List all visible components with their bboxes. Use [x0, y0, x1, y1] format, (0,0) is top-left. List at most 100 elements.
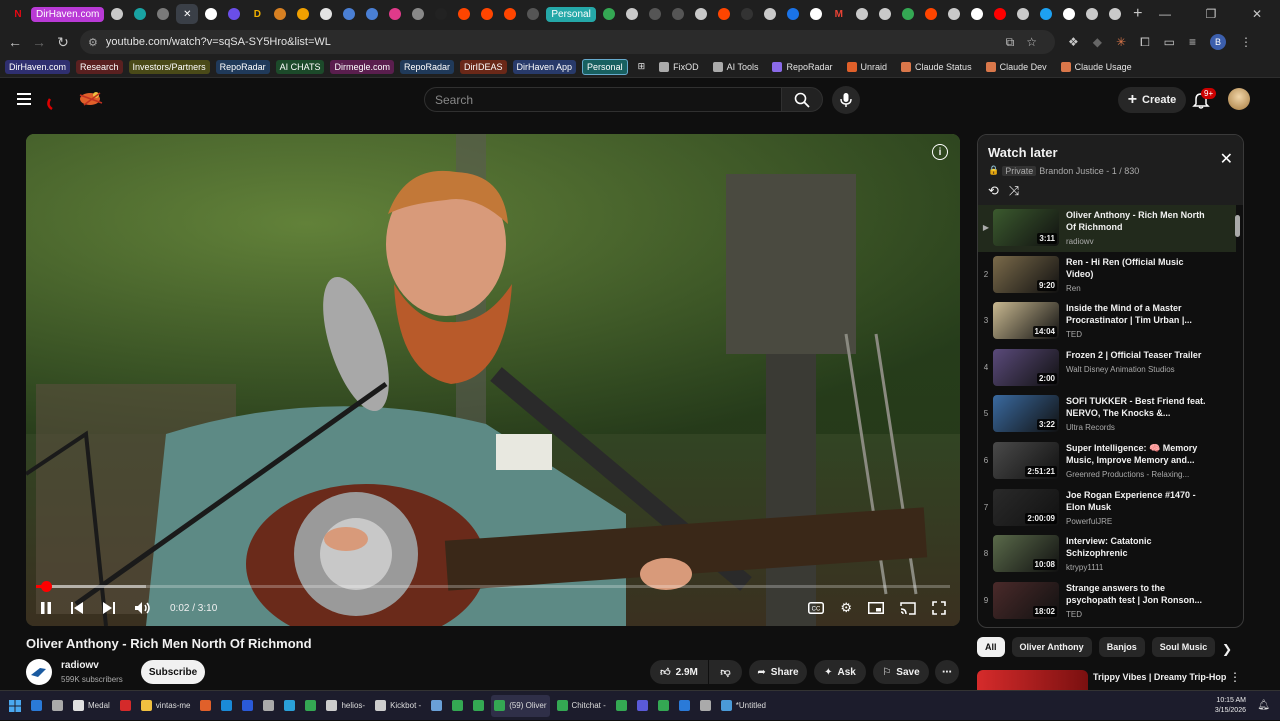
- playlist-item[interactable]: 7 2:00:09 Joe Rogan Experience #1470 - Elo…: [978, 485, 1236, 532]
- subscribe-button[interactable]: Subscribe: [141, 660, 205, 684]
- forward-button[interactable]: →: [27, 34, 51, 50]
- extension-icon[interactable]: ✳: [1116, 35, 1126, 49]
- bookmark-item[interactable]: Claude Usage: [1057, 60, 1136, 74]
- browser-tab[interactable]: [153, 4, 173, 24]
- browser-tab[interactable]: [523, 4, 543, 24]
- browser-tab[interactable]: [431, 4, 451, 24]
- browser-tab[interactable]: [691, 4, 711, 24]
- bookmark-item[interactable]: Claude Status: [897, 60, 976, 74]
- filter-chip[interactable]: Soul Music: [1151, 637, 1216, 657]
- playlist-item[interactable]: 3 14:04 Inside the Mind of a Master Procra…: [978, 298, 1236, 345]
- cast-icon[interactable]: [900, 601, 916, 615]
- settings-gear-icon[interactable]: ⚙: [840, 600, 852, 616]
- system-clock[interactable]: 10:15 AM 3/15/2026: [1215, 691, 1246, 721]
- video-thumbnail[interactable]: 2:00:09: [993, 488, 1059, 526]
- bookmark-item[interactable]: RepoRadar: [399, 59, 454, 74]
- puzzle-icon[interactable]: ⧠: [1140, 35, 1150, 50]
- browser-tab[interactable]: [921, 4, 941, 24]
- browser-tab[interactable]: [107, 4, 127, 24]
- taskbar-app[interactable]: Medal: [70, 695, 113, 717]
- taskbar-app[interactable]: [28, 695, 45, 717]
- video-thumbnail[interactable]: 10:08: [993, 535, 1059, 573]
- taskbar-app[interactable]: [697, 695, 714, 717]
- filter-chip[interactable]: Oliver Anthony: [1011, 637, 1092, 657]
- browser-tab[interactable]: [293, 4, 313, 24]
- browser-tab[interactable]: [500, 4, 520, 24]
- guide-menu-icon[interactable]: [17, 93, 31, 105]
- browser-tab[interactable]: [599, 4, 619, 24]
- browser-tab[interactable]: [806, 4, 826, 24]
- browser-tab[interactable]: [760, 4, 780, 24]
- taskbar-app[interactable]: [655, 695, 672, 717]
- bookmark-item[interactable]: DirHaven App: [512, 59, 577, 74]
- bookmark-item[interactable]: AI CHATS: [275, 59, 325, 74]
- captions-icon[interactable]: CC: [808, 602, 825, 614]
- bookmark-item[interactable]: Dirmegle.com: [330, 59, 394, 74]
- taskbar-app[interactable]: [449, 695, 466, 717]
- channel-avatar[interactable]: [26, 659, 52, 685]
- browser-tab[interactable]: [339, 4, 359, 24]
- taskbar-app[interactable]: *Untitled: [718, 695, 769, 717]
- browser-tab[interactable]: [783, 4, 803, 24]
- search-button[interactable]: [781, 87, 823, 112]
- browser-tab[interactable]: Personal: [546, 6, 596, 22]
- bookmark-star-icon[interactable]: ☆: [1026, 35, 1037, 49]
- browser-tab[interactable]: DirHaven.com: [31, 6, 105, 22]
- taskbar-app[interactable]: [281, 695, 298, 717]
- browser-tab[interactable]: [270, 4, 290, 24]
- video-thumbnail[interactable]: 14:04: [993, 302, 1059, 340]
- dislike-button[interactable]: 👎︎: [709, 660, 742, 684]
- browser-tab[interactable]: [362, 4, 382, 24]
- close-icon[interactable]: ✕: [1220, 149, 1233, 169]
- info-icon[interactable]: i: [932, 144, 948, 160]
- save-button[interactable]: ⚐ Save: [873, 660, 929, 684]
- playlist-item[interactable]: ▶ 3:11 Oliver Anthony - Rich Men North Of …: [978, 205, 1236, 252]
- loop-icon[interactable]: ⟲: [988, 183, 999, 199]
- playlist-item-title[interactable]: Interview: Catatonic Schizophrenic: [1066, 535, 1206, 559]
- taskbar-app[interactable]: vintas-me: [138, 695, 194, 717]
- playlist-item-title[interactable]: Strange answers to the psychopath test |…: [1066, 582, 1206, 606]
- playlist-item-title[interactable]: Ren - Hi Ren (Official Music Video): [1066, 256, 1206, 280]
- playlist-title[interactable]: Watch later: [988, 145, 1058, 160]
- browser-tab[interactable]: D: [247, 4, 267, 24]
- restore-button[interactable]: ❐: [1188, 0, 1234, 28]
- playlist-item-title[interactable]: SOFI TUKKER - Best Friend feat. NERVO, T…: [1066, 395, 1206, 419]
- miniplayer-icon[interactable]: [868, 602, 884, 614]
- playlist-item[interactable]: 9 18:02 Strange answers to the psychopath …: [978, 578, 1236, 625]
- fullscreen-icon[interactable]: [932, 601, 946, 615]
- browser-tab[interactable]: [201, 4, 221, 24]
- browser-tab[interactable]: [852, 4, 872, 24]
- volume-icon[interactable]: [134, 601, 152, 615]
- browser-tab[interactable]: [898, 4, 918, 24]
- bookmark-item[interactable]: RepoRadar: [768, 60, 836, 74]
- bookmark-item[interactable]: Unraid: [843, 60, 892, 74]
- share-button[interactable]: ➦ Share: [749, 660, 807, 684]
- playlist-item-title[interactable]: Inside the Mind of a Master Procrastinat…: [1066, 302, 1206, 326]
- taskbar-app[interactable]: Chitchat -: [554, 695, 609, 717]
- playlist-item[interactable]: 5 3:22 SOFI TUKKER - Best Friend feat. NER…: [978, 391, 1236, 438]
- filter-chip[interactable]: Banjos: [1098, 637, 1145, 657]
- bookmark-item[interactable]: DirIDEAS: [460, 59, 507, 74]
- recommendation-thumbnail[interactable]: [977, 670, 1088, 690]
- browser-tab[interactable]: [1036, 4, 1056, 24]
- browser-tab[interactable]: [408, 4, 428, 24]
- reload-button[interactable]: ↻: [51, 34, 75, 51]
- video-thumbnail[interactable]: 2:00: [993, 348, 1059, 386]
- sidebar-icon[interactable]: ▭: [1164, 35, 1175, 49]
- previous-icon[interactable]: [70, 601, 84, 615]
- channel-name[interactable]: radiowv: [61, 660, 99, 671]
- taskbar-app[interactable]: [613, 695, 630, 717]
- browser-tab[interactable]: [477, 4, 497, 24]
- filter-chip[interactable]: All: [977, 637, 1005, 657]
- recommendation-title[interactable]: Trippy Vibes | Dreamy Trip-Hop: [1093, 672, 1226, 682]
- browser-tab[interactable]: N: [8, 4, 28, 24]
- taskbar-app[interactable]: [676, 695, 693, 717]
- taskbar-app[interactable]: Kickbot -: [372, 695, 424, 717]
- browser-tab[interactable]: [737, 4, 757, 24]
- browser-tab[interactable]: [1059, 4, 1079, 24]
- taskbar-app[interactable]: [239, 695, 256, 717]
- create-button[interactable]: + Create: [1118, 87, 1186, 113]
- recommendation-item[interactable]: Trippy Vibes | Dreamy Trip-Hop ⋮: [977, 670, 1247, 690]
- extension-icon[interactable]: ◆: [1093, 35, 1102, 49]
- address-bar[interactable]: ⚙ youtube.com/watch?v=sqSA-SY5Hro&list=W…: [80, 30, 1055, 54]
